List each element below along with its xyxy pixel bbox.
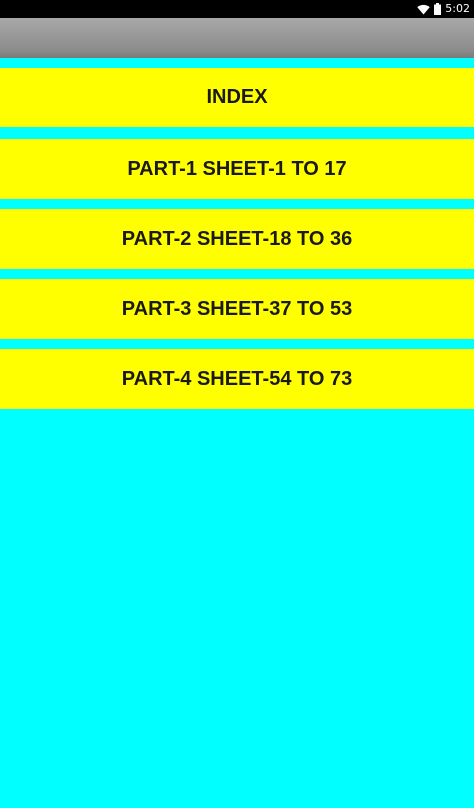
index-button[interactable]: INDEX [0,68,474,127]
menu-list: INDEX PART-1 SHEET-1 TO 17 PART-2 SHEET-… [0,68,474,419]
action-bar [0,18,474,58]
status-icons: 5:02 [417,2,470,16]
part-3-button[interactable]: PART-3 SHEET-37 TO 53 [0,279,474,339]
part-1-button[interactable]: PART-1 SHEET-1 TO 17 [0,139,474,199]
wifi-icon [417,4,430,15]
status-bar: 5:02 [0,0,474,18]
part-2-button[interactable]: PART-2 SHEET-18 TO 36 [0,209,474,269]
battery-icon [434,3,442,15]
clock: 5:02 [445,2,470,15]
part-4-button[interactable]: PART-4 SHEET-54 TO 73 [0,349,474,409]
